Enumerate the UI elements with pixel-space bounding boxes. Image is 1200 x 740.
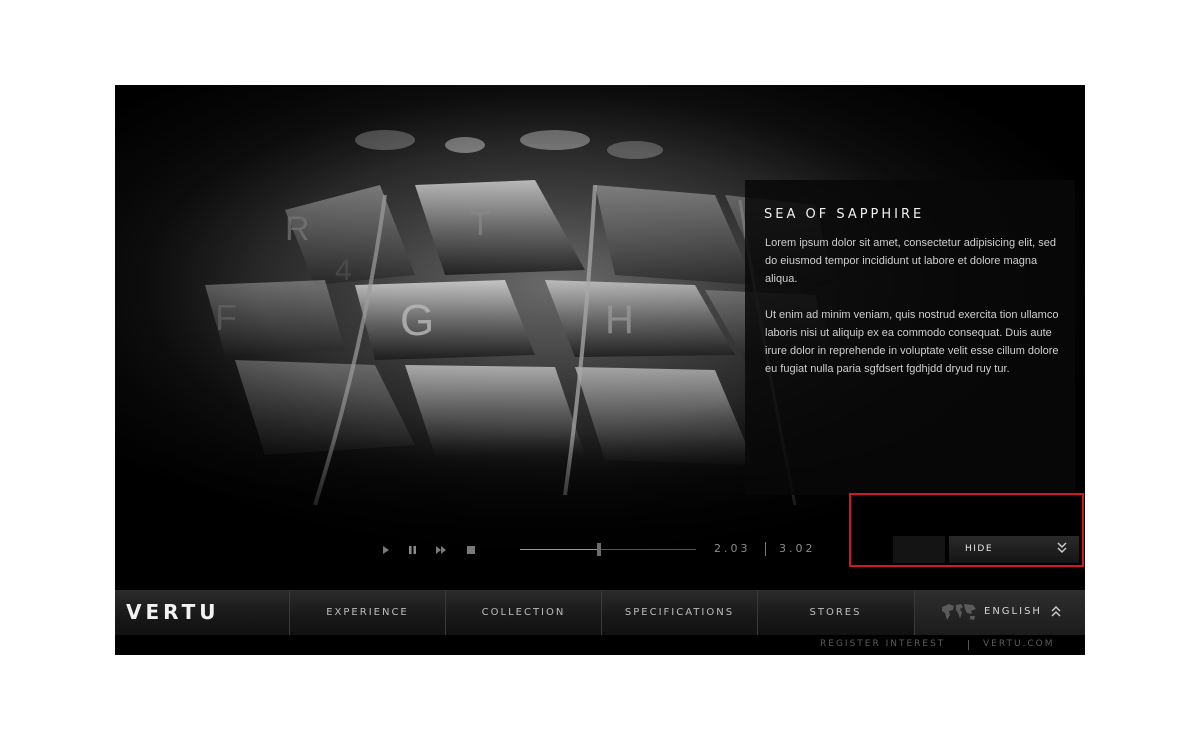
footer-divider — [968, 640, 969, 650]
panel-paragraph-1: Lorem ipsum dolor sit amet, consectetur … — [765, 237, 1057, 285]
hide-bar-spacer — [893, 536, 945, 563]
progress-handle[interactable] — [597, 543, 602, 556]
play-button[interactable] — [379, 544, 393, 556]
language-selector[interactable]: ENGLISH — [914, 590, 1085, 635]
progress-track[interactable] — [520, 543, 696, 556]
panel-paragraph-2: Ut enim ad minim veniam, quis nostrud ex… — [765, 309, 1059, 375]
fast-forward-button[interactable] — [434, 544, 448, 556]
register-interest-link[interactable]: REGISTER INTEREST — [820, 639, 945, 649]
panel-title: SEA OF SAPPHIRE — [764, 207, 925, 222]
nav-item-experience[interactable]: EXPERIENCE — [289, 590, 445, 635]
nav-item-collection[interactable]: COLLECTION — [445, 590, 601, 635]
language-label: ENGLISH — [984, 606, 1042, 617]
stop-button[interactable] — [464, 544, 478, 556]
hide-button[interactable]: HIDE — [949, 536, 1079, 563]
fast-forward-icon — [436, 546, 446, 554]
hide-label: HIDE — [965, 544, 994, 554]
vertu-logo[interactable]: VERTU — [126, 600, 220, 624]
current-time: 2.03 — [714, 542, 751, 555]
info-panel: SEA OF SAPPHIRE Lorem ipsum dolor sit am… — [745, 180, 1075, 495]
main-nav: VERTU EXPERIENCE COLLECTION SPECIFICATIO… — [115, 590, 1085, 635]
pause-icon — [408, 546, 416, 554]
pause-button[interactable] — [405, 544, 419, 556]
world-map-icon — [942, 604, 976, 620]
nav-item-specifications[interactable]: SPECIFICATIONS — [601, 590, 757, 635]
footer-links: REGISTER INTEREST VERTU.COM — [115, 635, 1085, 655]
total-time: 3.02 — [779, 542, 816, 555]
vertu-com-link[interactable]: VERTU.COM — [983, 639, 1055, 649]
stop-icon — [467, 546, 475, 554]
double-chevron-up-icon — [1051, 606, 1061, 617]
progress-fill — [520, 549, 600, 550]
nav-item-stores[interactable]: STORES — [757, 590, 913, 635]
site-stage: R T 4 F G H SEA OF SAPPHIRE Lorem ipsum … — [115, 85, 1085, 655]
play-icon — [383, 546, 389, 554]
time-divider — [765, 542, 766, 556]
double-chevron-down-icon — [1057, 542, 1067, 553]
